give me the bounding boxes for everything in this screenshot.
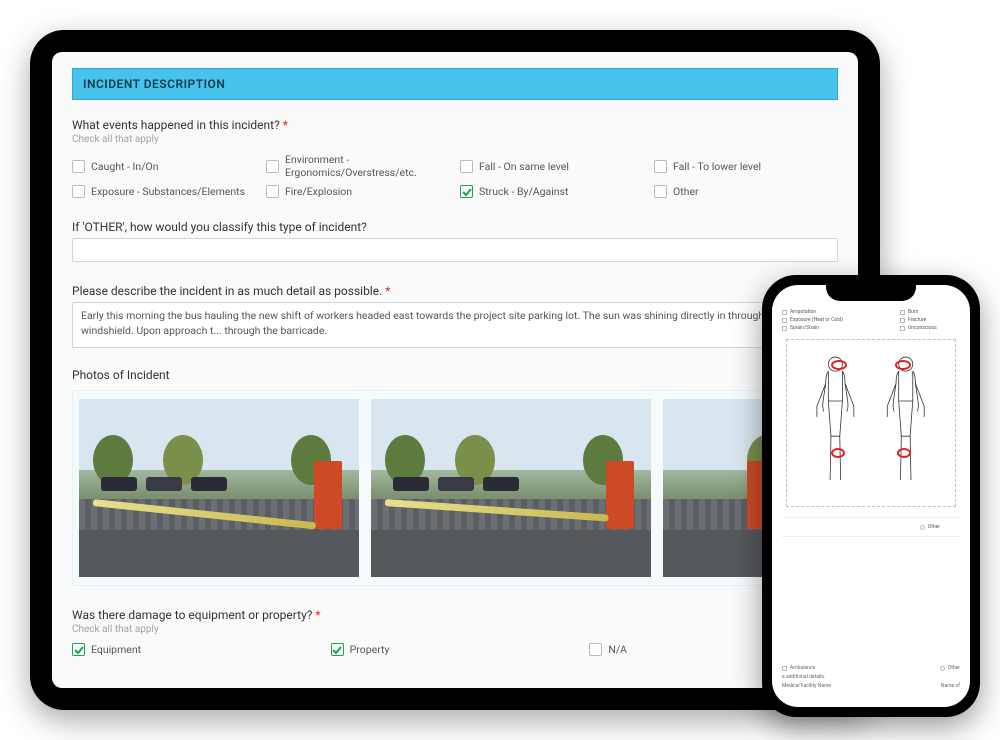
checkbox-label: Equipment <box>91 643 141 656</box>
checkbox-fracture[interactable]: Fracture <box>900 317 960 323</box>
question-damage-hint: Check all that apply <box>72 624 838 635</box>
iphone-screen: Amputation Burn Exposure (Heat or Cold) … <box>772 285 970 707</box>
checkbox-label: Exposure (Heat or Cold) <box>790 317 843 323</box>
checkbox-label: Struck - By/Against <box>479 185 568 198</box>
additional-details-label: e additional details. <box>782 674 960 680</box>
checkbox-label: Fire/Explosion <box>285 185 352 198</box>
checkbox-icon <box>331 643 344 656</box>
checkbox-environment[interactable]: Environment - Ergonomics/Overstress/etc. <box>266 153 450 179</box>
additional-details-row: e additional details. Medical Facility N… <box>782 674 960 689</box>
checkbox-icon <box>782 318 787 323</box>
checkbox-exposure[interactable]: Exposure - Substances/Elements <box>72 185 256 198</box>
name-of-label: Name of <box>941 683 960 689</box>
checkbox-ambulance[interactable]: Ambulance <box>782 665 815 671</box>
injury-marker-knee-back[interactable] <box>897 448 911 458</box>
checkbox-fire-explosion[interactable]: Fire/Explosion <box>266 185 450 198</box>
checkbox-property[interactable]: Property <box>331 643 580 656</box>
checkbox-icon <box>72 643 85 656</box>
checkbox-unconscious[interactable]: Unconscious <box>900 325 960 331</box>
checkbox-amputation[interactable]: Amputation <box>782 309 894 315</box>
checkbox-label: Other <box>673 185 699 198</box>
checkbox-icon <box>782 310 787 315</box>
checkbox-icon <box>900 310 905 315</box>
checkbox-icon <box>72 185 85 198</box>
question-damage-block: Was there damage to equipment or propert… <box>72 608 838 656</box>
checkbox-icon <box>72 160 85 173</box>
ambulance-row: Ambulance Other <box>782 665 960 671</box>
facility-name-label: Medical Facility Name <box>782 683 831 689</box>
checkbox-label: Environment - Ergonomics/Overstress/etc. <box>285 153 450 179</box>
injury-marker-neck-back[interactable] <box>895 360 911 370</box>
checkbox-icon <box>900 318 905 323</box>
checkbox-fall-same-level[interactable]: Fall - On same level <box>460 153 644 179</box>
ipad-device-frame: INCIDENT DESCRIPTION What events happene… <box>30 30 880 710</box>
checkbox-label: Fracture <box>908 317 926 323</box>
radio-other[interactable]: Other <box>782 524 960 530</box>
checkbox-struck-by-against[interactable]: Struck - By/Against <box>460 185 644 198</box>
photos-label: Photos of Incident <box>72 368 838 382</box>
checkbox-icon <box>589 643 602 656</box>
checkbox-burn[interactable]: Burn <box>900 309 960 315</box>
checkbox-icon <box>782 666 787 671</box>
photos-section: Photos of Incident <box>72 368 838 586</box>
checkbox-caught-in-on[interactable]: Caught - In/On <box>72 153 256 179</box>
photos-row <box>72 390 838 586</box>
checkbox-icon <box>782 326 787 331</box>
checkbox-label: Caught - In/On <box>91 160 159 173</box>
incident-form: INCIDENT DESCRIPTION What events happene… <box>52 52 858 656</box>
checkbox-label: Ambulance <box>790 665 815 671</box>
question-describe: Please describe the incident in as much … <box>72 284 838 298</box>
incident-photo-1[interactable] <box>79 399 359 577</box>
incident-photo-2[interactable] <box>371 399 651 577</box>
checkbox-icon <box>460 160 473 173</box>
body-diagram[interactable] <box>786 339 955 507</box>
ipad-screen: INCIDENT DESCRIPTION What events happene… <box>52 52 858 688</box>
damage-checkbox-row: Equipment Property N/A <box>72 643 838 656</box>
checkbox-sprain-strain[interactable]: Sprain/Strain <box>782 325 894 331</box>
checkbox-label: Unconscious <box>908 325 937 331</box>
checkbox-other[interactable]: Other <box>654 185 838 198</box>
checkbox-label: Amputation <box>790 309 816 315</box>
question-events: What events happened in this incident? <box>72 118 838 132</box>
other-classify-input[interactable] <box>72 238 838 262</box>
events-checkbox-grid: Caught - In/On Environment - Ergonomics/… <box>72 153 838 198</box>
checkbox-icon <box>654 160 667 173</box>
checkbox-fall-lower-level[interactable]: Fall - To lower level <box>654 153 838 179</box>
checkbox-label: N/A <box>608 643 627 656</box>
checkbox-icon <box>266 185 279 198</box>
question-other-classify: If 'OTHER', how would you classify this … <box>72 220 838 234</box>
checkbox-icon <box>460 185 473 198</box>
divider <box>782 517 960 518</box>
radio-label: Other <box>948 665 960 671</box>
divider <box>782 536 960 537</box>
checkbox-icon <box>900 326 905 331</box>
checkbox-icon <box>266 160 279 173</box>
checkbox-label: Property <box>350 643 390 656</box>
injury-types-grid: Amputation Burn Exposure (Heat or Cold) … <box>782 309 960 331</box>
checkbox-exposure-heat-cold[interactable]: Exposure (Heat or Cold) <box>782 317 894 323</box>
checkbox-label: Fall - To lower level <box>673 160 761 173</box>
section-header: INCIDENT DESCRIPTION <box>72 68 838 100</box>
radio-label: Other <box>928 524 940 530</box>
body-outline-icon <box>787 340 954 506</box>
question-damage: Was there damage to equipment or propert… <box>72 608 838 622</box>
checkbox-label: Sprain/Strain <box>790 325 819 331</box>
question-events-hint: Check all that apply <box>72 134 838 145</box>
checkbox-label: Fall - On same level <box>479 160 569 173</box>
iphone-device-frame: Amputation Burn Exposure (Heat or Cold) … <box>762 275 980 717</box>
checkbox-label: Burn <box>908 309 918 315</box>
radio-icon <box>920 525 925 530</box>
checkbox-icon <box>654 185 667 198</box>
checkbox-label: Exposure - Substances/Elements <box>91 185 245 198</box>
radio-icon <box>940 666 945 671</box>
checkbox-equipment[interactable]: Equipment <box>72 643 321 656</box>
radio-other-ambulance[interactable]: Other <box>940 665 960 671</box>
describe-textarea[interactable]: Early this morning the bus hauling the n… <box>72 302 838 348</box>
